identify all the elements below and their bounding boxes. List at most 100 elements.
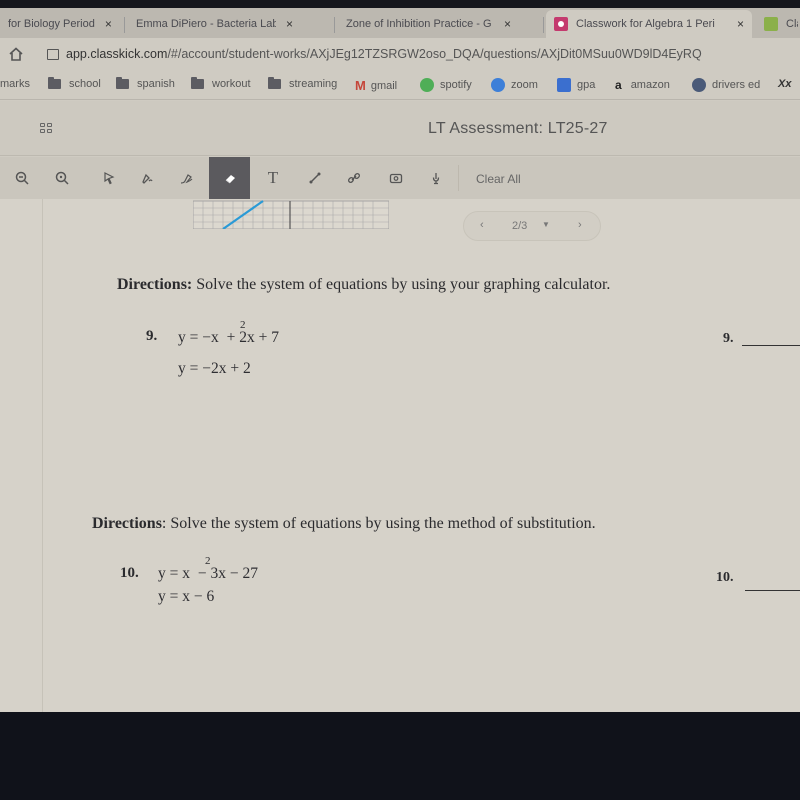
bookmark-gpa[interactable]: gpa bbox=[557, 78, 595, 92]
bookmark-label: Xx bbox=[778, 78, 792, 90]
worksheet-page: ‹ 2/3 ▼ › Directions: Solve the system o… bbox=[0, 199, 800, 712]
clear-all-button[interactable]: Clear All bbox=[476, 172, 521, 186]
zoom-out-icon bbox=[15, 171, 29, 185]
gpa-icon bbox=[557, 78, 571, 92]
directions-label: Directions: bbox=[117, 276, 193, 293]
gmail-icon: M bbox=[355, 78, 366, 93]
zoom-in-icon bbox=[55, 171, 69, 185]
address-bar: app.classkick.com/#/account/student-work… bbox=[0, 38, 800, 70]
pen-tool-button[interactable] bbox=[127, 157, 167, 199]
camera-tool-button[interactable] bbox=[376, 157, 416, 199]
bookmark-streaming[interactable]: streaming bbox=[268, 77, 337, 90]
bookmark-spanish[interactable]: spanish bbox=[116, 77, 175, 90]
previous-page-button[interactable]: ‹ bbox=[480, 219, 484, 231]
graph-thumbnail bbox=[193, 200, 389, 229]
answer-blank-9[interactable] bbox=[742, 345, 800, 346]
answer-label-10: 10. bbox=[716, 570, 734, 585]
question-number-9: 9. bbox=[146, 328, 158, 344]
amazon-icon: a bbox=[615, 78, 622, 92]
link-icon bbox=[347, 172, 361, 184]
folder-icon bbox=[191, 77, 204, 89]
url-path: /#/account/student-works/AXjJEg12TZSRGW2… bbox=[167, 47, 702, 61]
google-classroom-icon bbox=[554, 17, 568, 31]
bookmark-school[interactable]: school bbox=[48, 77, 101, 90]
tab-bacteria-lab[interactable]: Emma DiPiero - Bacteria Lab × bbox=[128, 10, 328, 223]
eraser-icon bbox=[225, 174, 235, 183]
page-margin-line bbox=[42, 199, 43, 712]
page-count[interactable]: 2/3 bbox=[512, 220, 527, 232]
url-field[interactable]: app.classkick.com/#/account/student-work… bbox=[66, 47, 702, 61]
equation-lhs: y = x bbox=[158, 565, 190, 582]
site-info-icon[interactable] bbox=[47, 49, 59, 60]
bookmark-spotify[interactable]: spotify bbox=[420, 78, 472, 92]
tab-classkick[interactable]: Cla bbox=[756, 10, 800, 38]
bookmark-marks[interactable]: marks bbox=[0, 78, 30, 90]
close-icon[interactable]: × bbox=[504, 17, 511, 31]
bookmark-label: workout bbox=[212, 78, 251, 90]
equation-rhs: − 3x − 27 bbox=[194, 565, 258, 582]
toolbar-divider bbox=[458, 165, 459, 191]
pen-icon bbox=[142, 173, 153, 184]
spotify-icon bbox=[420, 78, 434, 92]
link-tool-button[interactable] bbox=[334, 157, 374, 199]
pointer-tool-button[interactable] bbox=[89, 157, 129, 199]
bookmark-amazon[interactable]: a amazon bbox=[615, 78, 670, 92]
page-title: LT Assessment: LT25-27 bbox=[428, 120, 608, 137]
home-icon[interactable] bbox=[8, 46, 24, 62]
question-number-10: 10. bbox=[120, 565, 139, 581]
directions-text: : Solve the system of equations by using… bbox=[161, 515, 596, 532]
line-icon bbox=[309, 172, 321, 184]
bookmark-label: gpa bbox=[577, 79, 596, 91]
tab-zone-of-inhibition[interactable]: Zone of Inhibition Practice - G × bbox=[338, 10, 538, 223]
chevron-down-icon[interactable]: ▼ bbox=[542, 220, 550, 229]
pointer-icon bbox=[104, 172, 115, 185]
tab-algebra-classwork[interactable]: Classwork for Algebra 1 Peri × bbox=[546, 10, 752, 38]
close-icon[interactable]: × bbox=[286, 17, 293, 31]
microphone-tool-button[interactable] bbox=[416, 157, 456, 199]
screen-bezel-top bbox=[0, 0, 800, 8]
tab-title: Classwork for Algebra 1 Peri bbox=[576, 18, 715, 30]
directions-text: Solve the system of equations by using y… bbox=[192, 276, 611, 293]
tab-title: Emma DiPiero - Bacteria Lab bbox=[136, 18, 276, 30]
bookmark-drivers-ed[interactable]: drivers ed bbox=[692, 78, 760, 92]
equation-10a: y = x − 3x − 27 bbox=[158, 565, 258, 583]
tab-strip: for Biology Period × Emma DiPiero - Bact… bbox=[0, 8, 800, 223]
equation-rhs: + 2x + 7 bbox=[222, 329, 279, 346]
exponent: 2 bbox=[205, 555, 211, 567]
line-tool-button[interactable] bbox=[295, 157, 335, 199]
globe-icon bbox=[692, 78, 706, 92]
bookmark-label: spanish bbox=[137, 78, 175, 90]
eraser-tool-button[interactable] bbox=[209, 157, 250, 200]
page-navigator: ‹ 2/3 ▼ › bbox=[463, 211, 601, 241]
highlighter-icon bbox=[180, 174, 193, 184]
directions-label: Directions bbox=[92, 515, 162, 532]
answer-label-9: 9. bbox=[723, 331, 734, 346]
bookmark-label: gmail bbox=[370, 79, 398, 92]
answer-blank-10[interactable] bbox=[745, 590, 800, 591]
equation-9a: y = −x + 2x + 7 bbox=[178, 329, 279, 347]
folder-icon bbox=[48, 77, 61, 89]
zoom-out-button[interactable] bbox=[2, 157, 42, 199]
close-icon[interactable]: × bbox=[105, 17, 112, 31]
bookmarks-bar: marks school spanish workout streaming M… bbox=[0, 70, 800, 100]
bookmark-xx[interactable]: Xx bbox=[778, 78, 791, 90]
directions-graphing: Directions: Solve the system of equation… bbox=[117, 276, 610, 294]
app-header: LT Assessment: LT25-27 bbox=[0, 101, 800, 156]
bookmark-label: marks bbox=[0, 78, 30, 90]
zoom-in-button[interactable] bbox=[42, 157, 82, 199]
drawing-toolbar: T Clear All bbox=[0, 157, 800, 200]
next-page-button[interactable]: › bbox=[578, 219, 582, 231]
highlighter-tool-button[interactable] bbox=[167, 157, 207, 199]
apps-grid-icon[interactable] bbox=[40, 123, 54, 135]
bookmark-gmail[interactable]: M gmail bbox=[355, 78, 397, 93]
tab-title: for Biology Period bbox=[8, 18, 95, 30]
classkick-icon bbox=[764, 17, 778, 31]
tab-biology[interactable]: for Biology Period × bbox=[0, 10, 122, 38]
camera-icon bbox=[389, 173, 403, 184]
bookmark-workout[interactable]: workout bbox=[191, 77, 251, 90]
close-icon[interactable]: × bbox=[737, 17, 744, 31]
equation-10b: y = x − 6 bbox=[158, 588, 215, 605]
bookmark-zoom[interactable]: zoom bbox=[491, 78, 538, 92]
text-tool-button[interactable]: T bbox=[253, 157, 293, 199]
microphone-icon bbox=[432, 173, 440, 185]
